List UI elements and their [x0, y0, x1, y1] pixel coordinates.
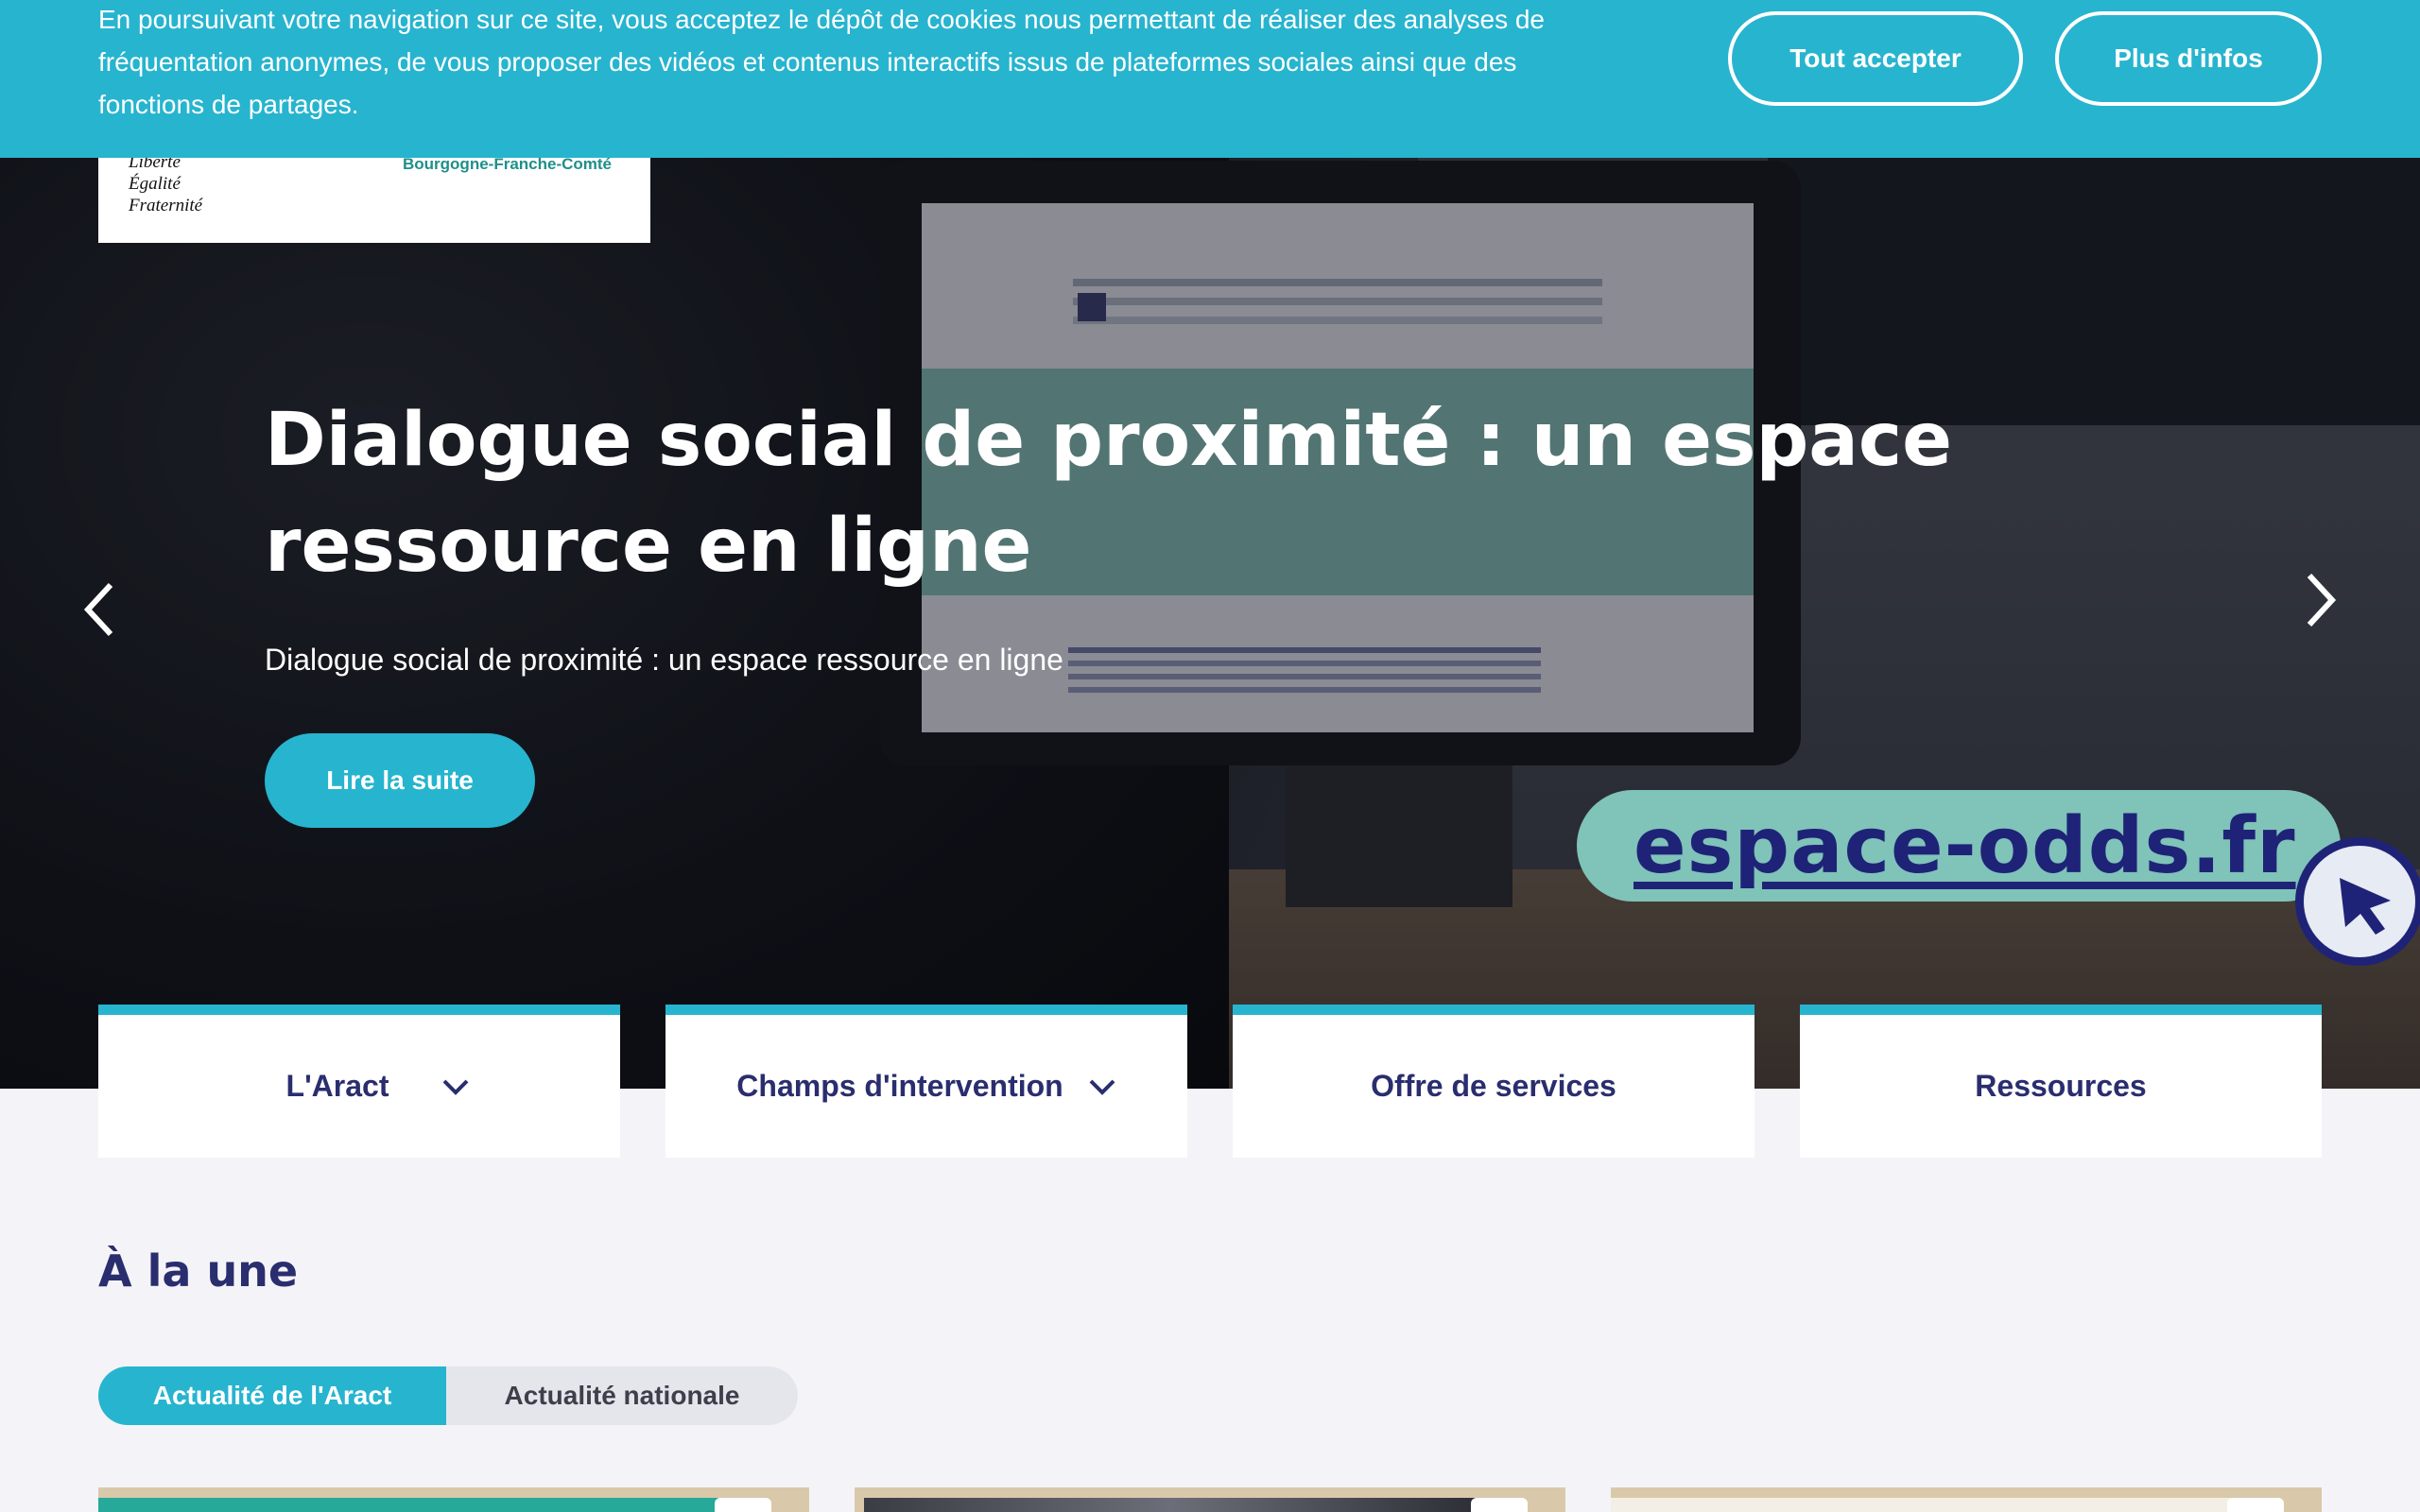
nav-item-offre-services[interactable]: Offre de services: [1233, 1005, 1754, 1158]
republic-motto: Liberté Égalité Fraternité: [129, 152, 203, 215]
nav-item-laract[interactable]: L'Aract: [98, 1005, 620, 1158]
read-more-button[interactable]: Lire la suite: [265, 733, 535, 828]
news-card-image: [1611, 1498, 2231, 1512]
hero-image-text: espace-odds.fr: [1634, 800, 2296, 891]
nav-item-ressources[interactable]: Ressources: [1800, 1005, 2322, 1158]
region-name: Bourgogne-Franche-Comté: [403, 155, 612, 173]
hero-title: Dialogue social de proximité : un espace…: [265, 398, 1953, 589]
news-card[interactable]: [855, 1487, 1565, 1512]
news-tabs: Actualité de l'Aract Actualité nationale: [98, 1366, 798, 1425]
bookmark-icon[interactable]: [715, 1498, 771, 1512]
nav-item-label: Ressources: [1975, 1069, 2147, 1103]
chevron-down-icon: [1088, 1077, 1116, 1096]
bookmark-icon[interactable]: [1471, 1498, 1528, 1512]
nav-item-champs-intervention[interactable]: Champs d'intervention: [666, 1005, 1187, 1158]
hero-image-label: espace-odds.fr: [1577, 790, 2341, 902]
cursor-icon: [2295, 837, 2420, 966]
news-card-image: [864, 1498, 1478, 1512]
chevron-left-icon: [83, 582, 113, 637]
carousel-prev-button[interactable]: [66, 572, 132, 647]
accept-all-cookies-button[interactable]: Tout accepter: [1728, 11, 2023, 106]
news-card-image: [98, 1498, 718, 1512]
tab-actualite-nationale[interactable]: Actualité nationale: [446, 1366, 798, 1425]
news-card[interactable]: [1611, 1487, 2322, 1512]
nav-item-label: L'Aract: [285, 1069, 389, 1103]
bookmark-icon[interactable]: [2227, 1498, 2284, 1512]
nav-item-label: Offre de services: [1371, 1069, 1616, 1103]
news-card[interactable]: [98, 1487, 809, 1512]
more-info-button[interactable]: Plus d'infos: [2055, 11, 2322, 106]
chevron-down-icon: [441, 1077, 470, 1096]
tab-actualite-aract[interactable]: Actualité de l'Aract: [98, 1366, 446, 1425]
hero-subtitle: Dialogue social de proximité : un espace…: [265, 643, 1063, 677]
cookie-banner: En poursuivant votre navigation sur ce s…: [0, 0, 2420, 158]
chevron-right-icon: [2307, 573, 2337, 627]
section-title: À la une: [98, 1246, 299, 1297]
nav-item-label: Champs d'intervention: [736, 1069, 1063, 1103]
carousel-next-button[interactable]: [2288, 562, 2354, 638]
cookie-text: En poursuivant votre navigation sur ce s…: [98, 5, 1546, 119]
